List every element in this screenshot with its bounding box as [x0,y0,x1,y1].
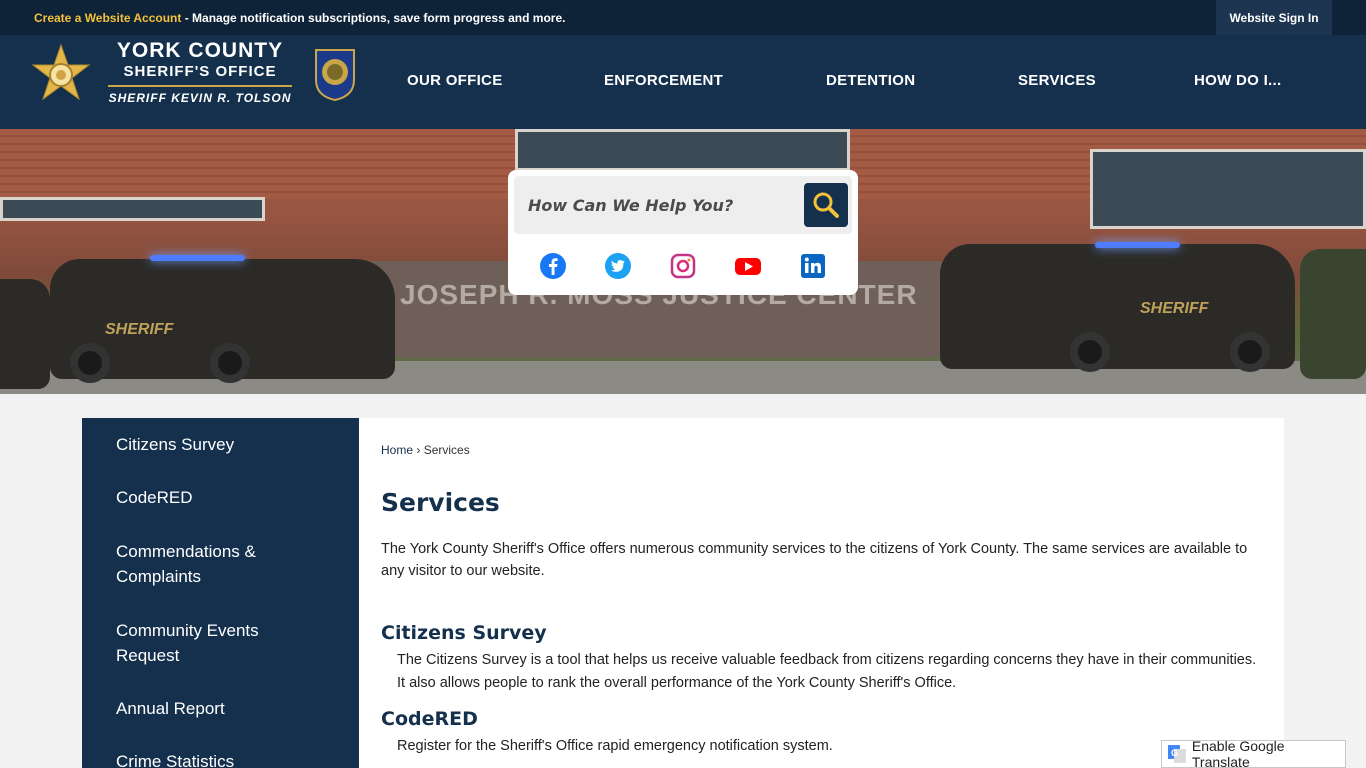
sidebar-item-community-events-request[interactable]: Community Events Request [116,618,286,668]
light-bar [150,255,245,261]
vehicle-decal: SHERIFF [105,321,174,338]
search-card [508,170,858,295]
sheriff-vehicle: SHERIFF [940,242,1295,372]
linkedin-icon[interactable] [799,252,827,280]
page-title: Services [381,488,500,517]
section-text-codered: Register for the Sheriff's Office rapid … [397,738,833,754]
youtube-icon[interactable] [734,252,762,280]
facebook-icon[interactable] [539,252,567,280]
sidebar-nav: Citizens Survey CodeRED Commendations & … [82,418,359,768]
twitter-icon[interactable] [604,252,632,280]
brand-line-2: SHERIFF'S OFFICE [123,63,277,80]
sheriff-star-logo-icon[interactable] [30,43,92,109]
vehicle-decal: SHERIFF [1140,300,1209,317]
wheel [210,343,250,383]
building-window [1090,149,1366,229]
brand-divider [108,85,292,87]
building-window [515,129,850,171]
section-heading-codered[interactable]: CodeRED [381,708,478,730]
brand-line-1: YORK COUNTY [116,39,284,62]
account-promo-text: - Manage notification subscriptions, sav… [181,11,566,25]
nav-detention[interactable]: DETENTION [826,72,915,89]
account-promo: Create a Website Account - Manage notifi… [34,11,565,25]
building-window [0,197,265,221]
sidebar-item-annual-report[interactable]: Annual Report [116,696,336,721]
search-icon [813,192,839,218]
main-content: Home › Services Services The York County… [359,418,1284,768]
google-translate-icon: G [1168,745,1186,763]
armored-vehicle [1300,249,1366,379]
nav-services[interactable]: SERVICES [1018,72,1096,89]
search-input[interactable] [528,190,788,220]
nav-our-office[interactable]: OUR OFFICE [407,72,503,89]
brand-logo[interactable]: YORK COUNTY SHERIFF'S OFFICE SHERIFF KEV… [100,39,300,105]
nav-enforcement[interactable]: ENFORCEMENT [604,72,723,89]
breadcrumb-home-link[interactable]: Home [381,443,413,457]
utility-bar: Create a Website Account - Manage notifi… [0,0,1366,35]
google-translate-button[interactable]: G Enable Google Translate [1161,738,1346,768]
breadcrumb-current: Services [423,443,470,457]
sidebar-item-citizens-survey[interactable]: Citizens Survey [116,432,336,457]
breadcrumb: Home › Services [381,443,470,457]
create-account-link[interactable]: Create a Website Account [34,11,181,25]
section-text-citizens-survey: The Citizens Survey is a tool that helps… [397,652,1257,691]
sidebar-item-crime-statistics[interactable]: Crime Statistics [116,749,336,768]
section-heading-citizens-survey[interactable]: Citizens Survey [381,622,547,644]
breadcrumb-separator: › [416,443,421,457]
wheel [70,343,110,383]
nav-how-do-i[interactable]: HOW DO I... [1194,72,1281,89]
google-translate-label: Enable Google Translate [1191,738,1285,768]
brand-line-3: SHERIFF KEVIN R. TOLSON [108,91,292,105]
search-button[interactable] [804,183,848,227]
sign-in-button[interactable]: Website Sign In [1216,0,1332,35]
search-box [514,176,852,234]
state-seal-icon [315,49,355,102]
sidebar-item-commendations-complaints[interactable]: Commendations & Complaints [116,539,286,589]
sidebar-item-codered[interactable]: CodeRED [116,485,336,510]
instagram-icon[interactable] [669,252,697,280]
page-intro: The York County Sheriff's Office offers … [381,541,1248,579]
wheel [1230,332,1270,372]
light-bar [1095,242,1180,248]
sheriff-vehicle: SHERIFF [50,255,395,383]
sheriff-vehicle [0,279,50,389]
site-header: YORK COUNTY SHERIFF'S OFFICE SHERIFF KEV… [0,35,1366,129]
wheel [1070,332,1110,372]
svg-text:G: G [1171,748,1178,758]
